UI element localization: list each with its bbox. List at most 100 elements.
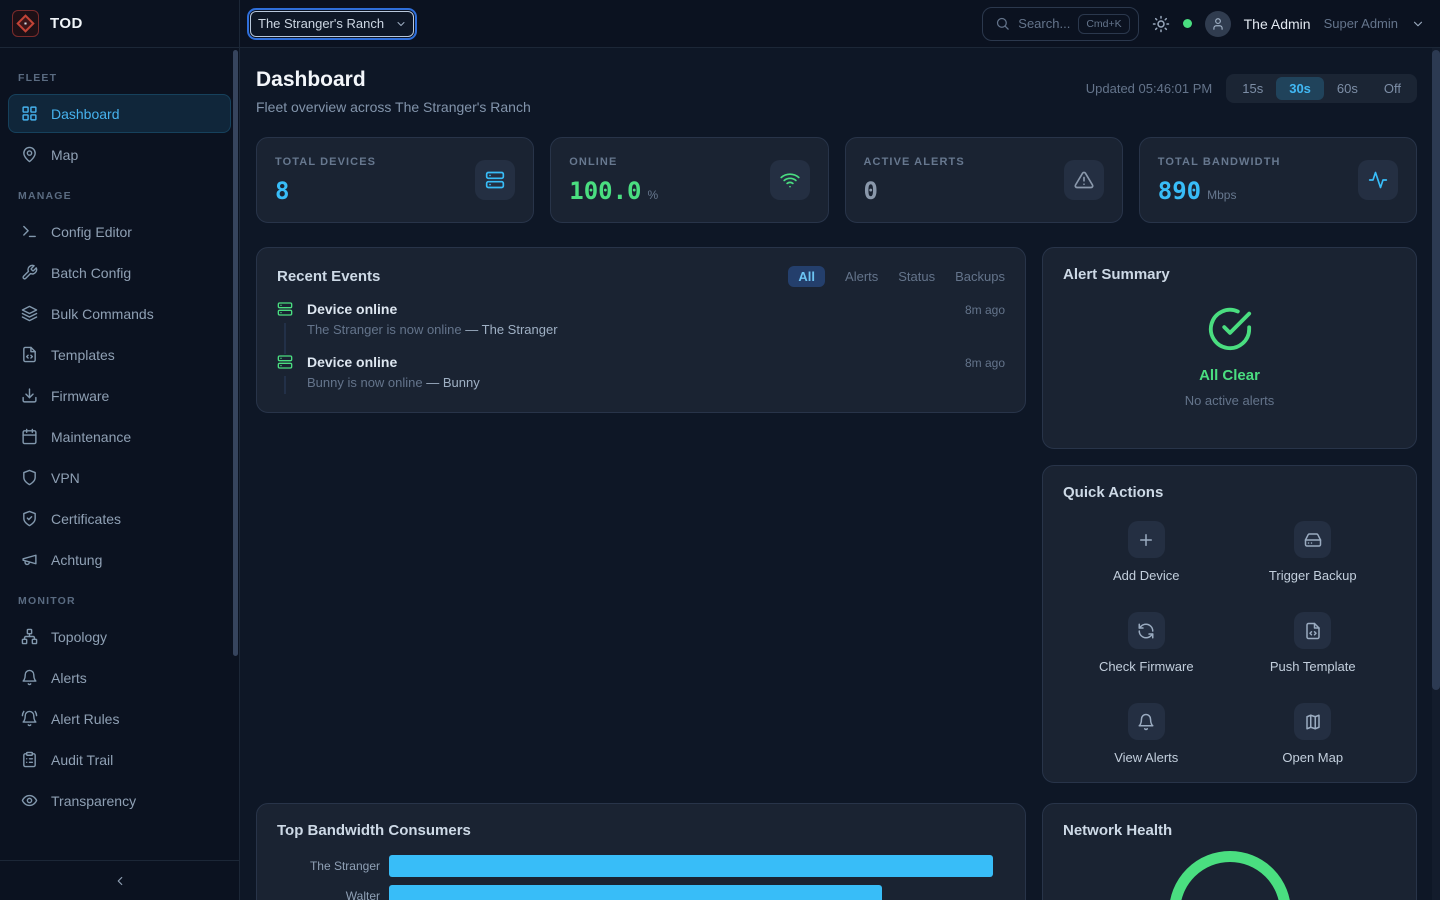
user-name: The Admin: [1244, 16, 1311, 32]
event-row: Device online 8m ago The Stranger is now…: [277, 301, 1005, 354]
sidebar-item-alert-rules[interactable]: Alert Rules: [8, 699, 231, 738]
wifi-icon: [780, 170, 800, 190]
main-scrollbar-thumb[interactable]: [1432, 50, 1440, 690]
sidebar-item-label: Audit Trail: [51, 752, 113, 768]
bell-ring-icon: [21, 710, 38, 727]
event-description: The Stranger is now online: [307, 322, 462, 337]
quick-action-label: Add Device: [1113, 568, 1179, 583]
event-title: Device online: [307, 301, 397, 317]
sidebar-item-label: Certificates: [51, 511, 121, 527]
brand-logo-icon: [12, 10, 39, 37]
stats-row: TOTAL DEVICES 8 ONLINE 100.0% ACTIVE ALE…: [256, 137, 1417, 223]
main-column: The Stranger's Ranch Search... Cmd+K The…: [240, 0, 1440, 900]
sidebar-item-map[interactable]: Map: [8, 135, 231, 174]
topbar: The Stranger's Ranch Search... Cmd+K The…: [240, 0, 1440, 48]
shield-icon: [21, 469, 38, 486]
event-device: — Bunny: [426, 375, 479, 390]
server-icon: [277, 301, 293, 317]
quick-action-label: Trigger Backup: [1269, 568, 1357, 583]
bandwidth-chart-title: Top Bandwidth Consumers: [277, 822, 471, 839]
sidebar-item-maintenance[interactable]: Maintenance: [8, 417, 231, 456]
stat-card-total-devices: TOTAL DEVICES 8: [256, 137, 534, 223]
eye-icon: [21, 792, 38, 809]
check-firmware-button[interactable]: Check Firmware: [1063, 612, 1230, 674]
sidebar-item-label: Batch Config: [51, 265, 131, 281]
sidebar-item-label: Achtung: [51, 552, 102, 568]
event-filters: All Alerts Status Backups: [788, 266, 1005, 287]
layout-grid-icon: [21, 105, 38, 122]
add-device-button[interactable]: Add Device: [1063, 521, 1230, 583]
terminal-icon: [21, 223, 38, 240]
user-role: Super Admin: [1324, 16, 1398, 31]
sidebar-scrollbar[interactable]: [233, 50, 238, 656]
stat-value: 100.0: [569, 177, 641, 205]
stat-label: ONLINE: [569, 156, 658, 168]
sidebar-collapse-button[interactable]: [0, 860, 239, 900]
quick-action-label: Push Template: [1270, 659, 1356, 674]
bell-icon: [1137, 713, 1155, 731]
updated-timestamp: Updated 05:46:01 PM: [1086, 81, 1212, 96]
sidebar-item-config-editor[interactable]: Config Editor: [8, 212, 231, 251]
open-map-button[interactable]: Open Map: [1230, 703, 1397, 765]
filter-backups[interactable]: Backups: [955, 269, 1005, 284]
refresh-off-button[interactable]: Off: [1371, 77, 1414, 100]
bell-icon: [21, 669, 38, 686]
sidebar-item-audit-trail[interactable]: Audit Trail: [8, 740, 231, 779]
stat-card-online: ONLINE 100.0%: [550, 137, 828, 223]
quick-actions-card: Quick Actions Add Device Trigger Backup: [1042, 465, 1417, 783]
bandwidth-chart-card: Top Bandwidth Consumers The Stranger Wal…: [256, 803, 1026, 900]
fleet-selector-wrap: The Stranger's Ranch: [250, 11, 414, 37]
main-scrollbar-track[interactable]: [1432, 48, 1440, 900]
download-icon: [21, 387, 38, 404]
refresh-60s-button[interactable]: 60s: [1324, 77, 1371, 100]
sidebar-item-label: VPN: [51, 470, 80, 486]
view-alerts-button[interactable]: View Alerts: [1063, 703, 1230, 765]
fleet-selector[interactable]: The Stranger's Ranch: [250, 11, 414, 37]
filter-status[interactable]: Status: [898, 269, 935, 284]
theme-toggle-sun-icon[interactable]: [1152, 15, 1170, 33]
file-code-icon: [1304, 622, 1322, 640]
content-grid: Recent Events All Alerts Status Backups: [256, 247, 1417, 900]
sidebar-item-label: Bulk Commands: [51, 306, 154, 322]
stat-label: ACTIVE ALERTS: [864, 156, 965, 168]
sidebar-item-label: Dashboard: [51, 106, 120, 122]
alert-triangle-icon: [1074, 170, 1094, 190]
refresh-15s-button[interactable]: 15s: [1229, 77, 1276, 100]
event-title: Device online: [307, 354, 397, 370]
sidebar-item-templates[interactable]: Templates: [8, 335, 231, 374]
sidebar-item-transparency[interactable]: Transparency: [8, 781, 231, 820]
trigger-backup-button[interactable]: Trigger Backup: [1230, 521, 1397, 583]
push-template-button[interactable]: Push Template: [1230, 612, 1397, 674]
timeline-connector: [284, 323, 286, 354]
user-menu-chevron-down-icon[interactable]: [1411, 17, 1425, 31]
alert-status-text: All Clear: [1199, 367, 1260, 384]
sidebar-item-label: Alerts: [51, 670, 87, 686]
filter-all[interactable]: All: [788, 266, 825, 287]
sidebar-item-certificates[interactable]: Certificates: [8, 499, 231, 538]
stat-card-total-bandwidth: TOTAL BANDWIDTH 890Mbps: [1139, 137, 1417, 223]
stat-value: 890: [1158, 177, 1201, 205]
avatar[interactable]: [1205, 11, 1231, 37]
event-time: 8m ago: [965, 303, 1005, 317]
layers-icon: [21, 305, 38, 322]
search-input[interactable]: Search... Cmd+K: [982, 7, 1138, 41]
sidebar-item-topology[interactable]: Topology: [8, 617, 231, 656]
clipboard-list-icon: [21, 751, 38, 768]
filter-alerts[interactable]: Alerts: [845, 269, 878, 284]
stat-unit: Mbps: [1207, 188, 1236, 202]
main-content: Dashboard Fleet overview across The Stra…: [240, 48, 1440, 900]
megaphone-icon: [21, 551, 38, 568]
search-shortcut-badge: Cmd+K: [1078, 14, 1129, 34]
bandwidth-row: The Stranger: [277, 855, 1005, 877]
sidebar-item-vpn[interactable]: VPN: [8, 458, 231, 497]
sidebar-item-firmware[interactable]: Firmware: [8, 376, 231, 415]
map-icon: [1304, 713, 1322, 731]
sidebar-item-achtung[interactable]: Achtung: [8, 540, 231, 579]
server-icon: [277, 354, 293, 370]
sidebar-item-alerts[interactable]: Alerts: [8, 658, 231, 697]
sidebar-item-dashboard[interactable]: Dashboard: [8, 94, 231, 133]
sidebar-item-batch-config[interactable]: Batch Config: [8, 253, 231, 292]
refresh-30s-button[interactable]: 30s: [1276, 77, 1324, 100]
sidebar-item-label: Config Editor: [51, 224, 132, 240]
sidebar-item-bulk-commands[interactable]: Bulk Commands: [8, 294, 231, 333]
